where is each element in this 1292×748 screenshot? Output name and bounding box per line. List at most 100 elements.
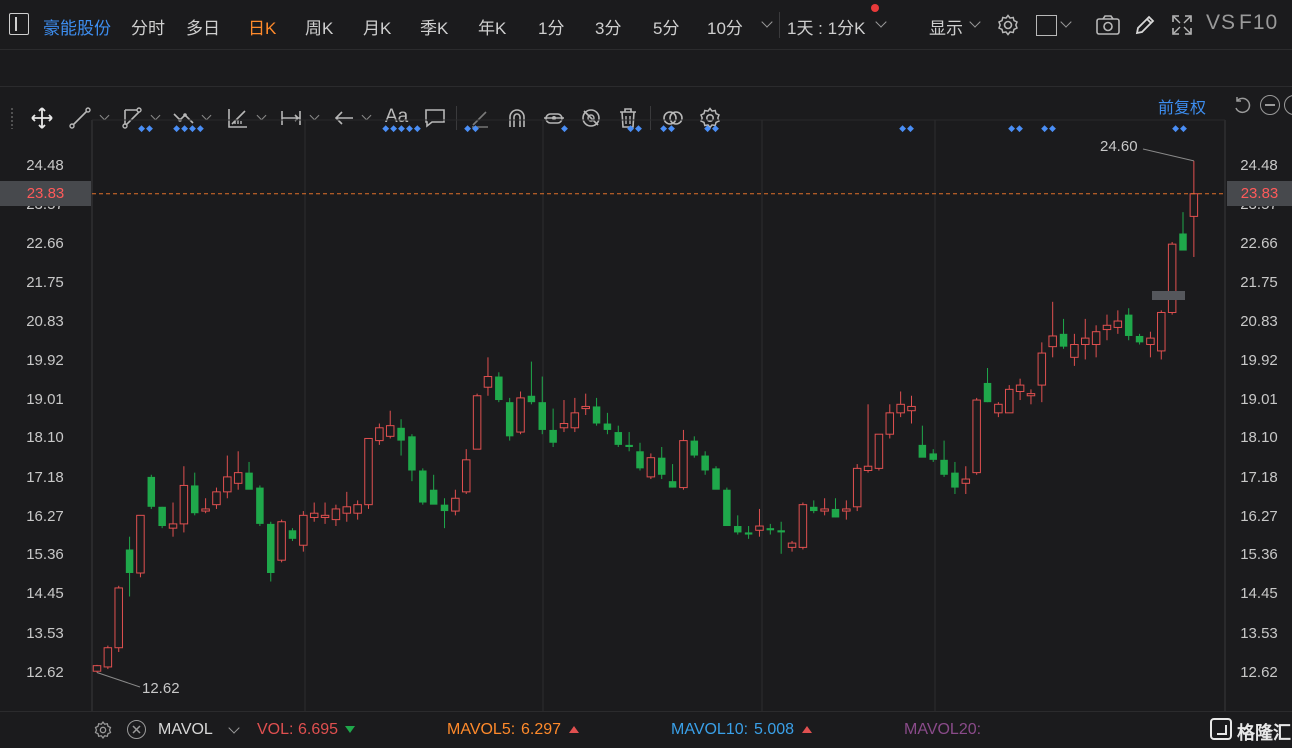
indicator-name[interactable]: MAVOL [158,721,213,739]
candle [1070,333,1079,366]
candle-body [983,382,992,403]
mavol10-label: MAVOL10: [671,721,749,738]
candle-body [918,444,927,458]
candle [267,521,275,582]
candle-body [723,489,731,527]
candle-body [495,376,503,401]
watermark-logo-icon [1210,718,1232,740]
y-tick-label-left: 14.45 [26,585,64,603]
candlestick-chart[interactable]: ◆◆ ◆◆◆◆ ◆◆◆◆◆ ◆◆ ◆ ◆◆ ◆◆ ◆◆ ◆◆ ◆◆ ◆◆ ◆◆ [0,0,1292,748]
candle-body [657,457,666,475]
candle [723,487,731,527]
candle-body [961,478,971,484]
candle-body [408,436,416,471]
indicator-settings-icon[interactable] [93,720,113,740]
y-tick-label-left: 18.10 [26,429,64,447]
candle-body [1004,388,1014,414]
candle [679,429,688,490]
candle-body [385,425,395,437]
candle [570,397,580,433]
candle [309,502,319,522]
candle-body [1189,193,1199,217]
candle-body [1091,331,1101,346]
candle-body [538,402,547,430]
candle-body [136,514,145,574]
current-price-label-right: 23.83 [1240,185,1279,202]
y-tick-label-right: 22.66 [1240,234,1278,252]
event-marker: ◆◆ [1008,124,1024,134]
candle [223,455,232,499]
y-tick-label-left: 13.53 [26,624,64,642]
low-price-label: 12.62 [142,680,180,697]
candle-body [787,542,797,548]
candle [744,526,753,539]
y-tick-label-right: 12.62 [1240,663,1278,681]
indicator-close-icon[interactable] [127,720,146,739]
candle-body [668,481,677,488]
candle [256,485,264,527]
candle-body [92,665,102,672]
candle-body [1157,311,1166,352]
candle-body [972,399,981,474]
candle-body [733,526,742,533]
candle [929,449,937,462]
candle [1015,378,1025,401]
y-tick-label-right: 24.48 [1240,157,1278,174]
candle [408,434,416,482]
candle-body [483,376,493,388]
event-marker: ◆◆ [899,124,915,134]
chart-overlay [92,148,1225,688]
candle-body [472,395,482,450]
candle-body [353,504,362,514]
y-tick-label-left: 19.01 [26,390,64,408]
vol-value: 6.695 [298,721,339,738]
candle [885,404,895,439]
candle [1179,212,1187,251]
candle [320,502,330,524]
candle [1037,342,1047,403]
candle-body [940,459,948,475]
candle-body [852,467,862,508]
candle-body [592,406,601,424]
candle [972,397,981,475]
candle [538,376,547,435]
candle [940,440,948,477]
event-marker: ◆◆ [660,124,676,134]
candle [657,447,666,480]
candle [712,466,720,490]
candle [147,474,156,509]
y-tick-label-left: 24.48 [26,157,64,174]
candle [1048,301,1057,358]
y-tick-label-left: 16.27 [26,507,64,525]
candle [820,498,829,516]
candle-body [994,403,1003,414]
y-tick-label-left: 20.83 [26,312,64,330]
low-leader-line [96,672,141,688]
y-tick-label-right: 17.18 [1240,468,1278,486]
candle [527,361,536,405]
candle [1167,242,1177,315]
candle-body [1146,337,1155,346]
candle-body [1048,335,1057,348]
candle [1146,331,1155,358]
candle-body [364,437,373,506]
candle [1081,318,1090,360]
vol-label: VOL: [257,721,294,738]
candle [299,511,308,552]
candle-body [1081,337,1090,346]
y-tick-label-left: 19.92 [26,351,64,369]
candle-body [125,549,134,573]
candle [1113,310,1123,334]
candle [516,391,525,435]
candle [505,397,514,441]
indicator-divider-line [0,711,1292,712]
candle-body [1026,393,1036,397]
candle-body [342,506,352,514]
candle [364,437,373,509]
candle-body [331,508,341,521]
candle-body [277,521,286,561]
candle-body [896,403,905,414]
event-marker: ◆ [561,124,569,134]
candle-body [527,395,536,403]
candle-body [516,397,525,433]
